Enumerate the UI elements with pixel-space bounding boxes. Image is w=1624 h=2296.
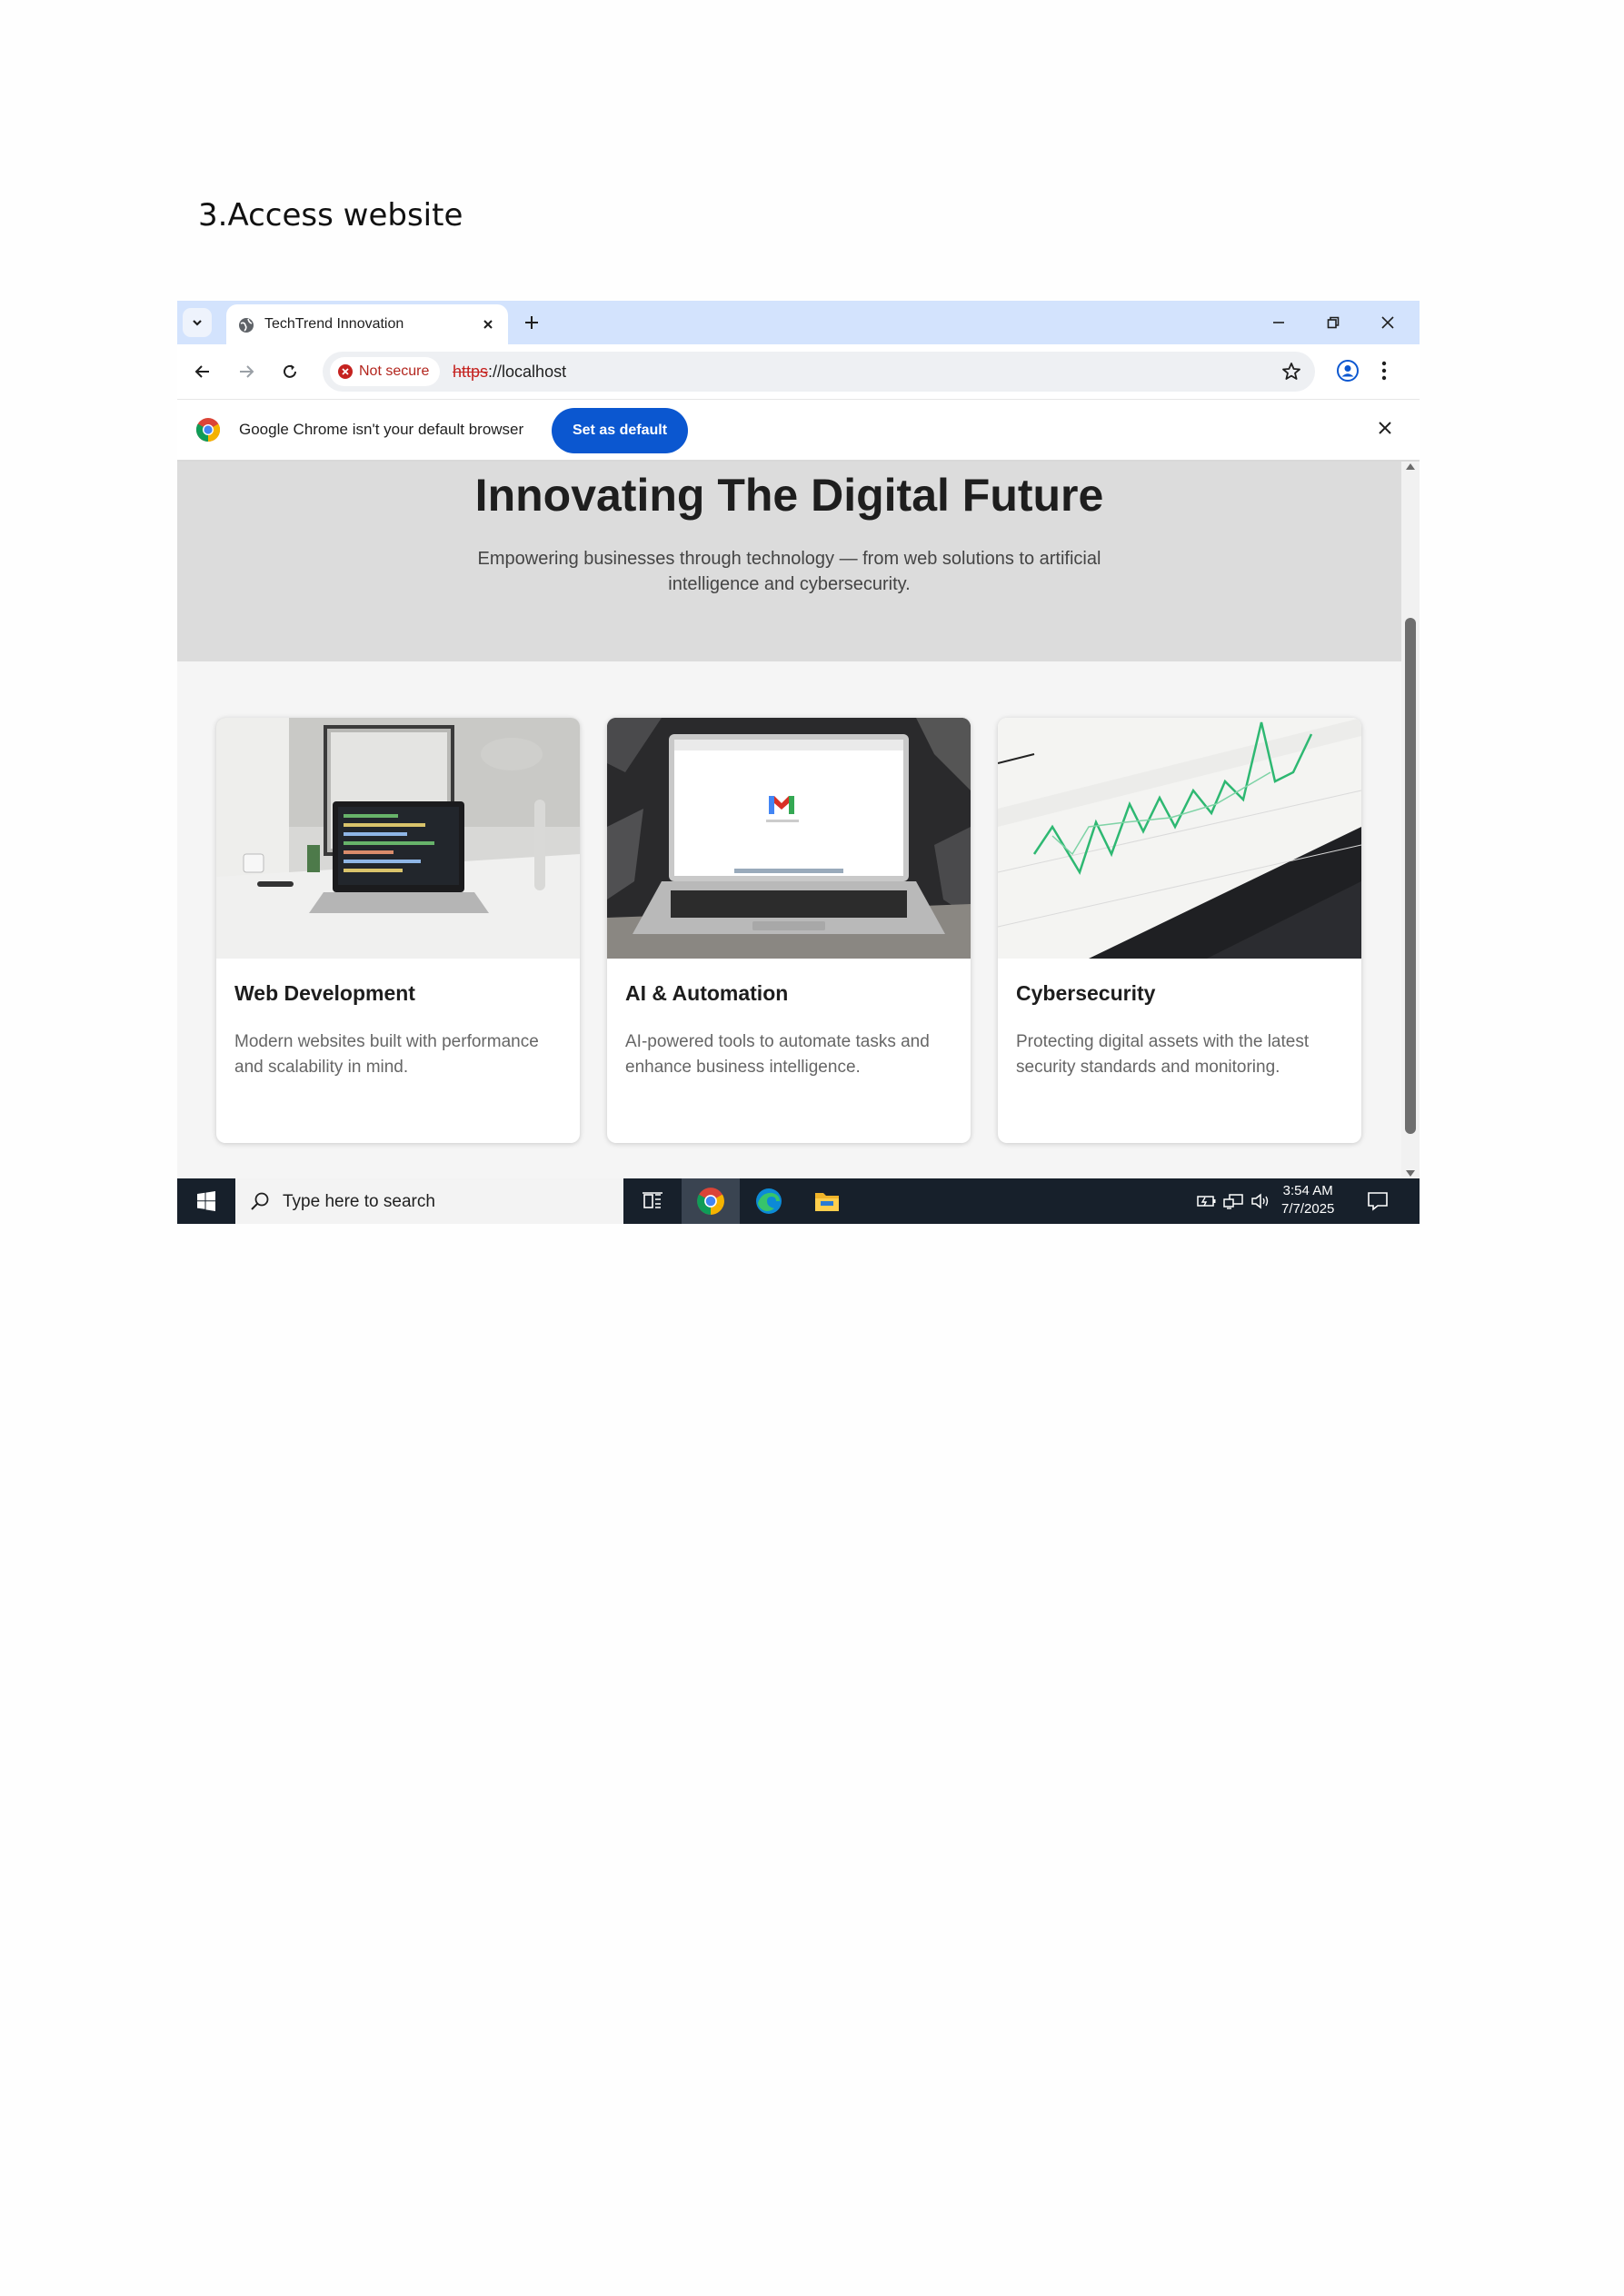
page-scrollbar[interactable] (1401, 462, 1420, 1178)
card-description: Protecting digital assets with the lates… (1016, 1032, 1310, 1077)
windows-taskbar: Type here to search 3:54 AM 7/7/2025 (177, 1178, 1420, 1224)
file-explorer-icon[interactable] (798, 1178, 856, 1224)
service-card-web-development[interactable]: Web Development Modern websites built wi… (216, 718, 580, 1143)
reload-icon[interactable] (277, 359, 303, 384)
search-placeholder: Type here to search (283, 1192, 435, 1211)
card-description: AI-powered tools to automate tasks and e… (625, 1032, 930, 1077)
url-scheme: https (453, 363, 489, 381)
scroll-up-arrow-icon[interactable] (1406, 463, 1415, 470)
close-window-icon[interactable] (1374, 310, 1401, 335)
battery-icon[interactable] (1195, 1192, 1217, 1215)
url-host: ://localhost (488, 363, 567, 381)
laptop-desk-image (216, 718, 580, 959)
bookmark-star-icon[interactable] (1280, 361, 1302, 387)
scroll-down-arrow-icon[interactable] (1406, 1170, 1415, 1177)
new-tab-icon[interactable] (521, 312, 543, 333)
page-viewport: Innovating The Digital Future Empowering… (177, 462, 1401, 1178)
warning-icon (338, 364, 353, 379)
taskbar-search-box[interactable]: Type here to search (235, 1178, 623, 1224)
not-secure-chip[interactable]: Not secure (330, 357, 441, 386)
set-as-default-button[interactable]: Set as default (552, 408, 688, 453)
service-card-ai-automation[interactable]: AI & Automation AI-powered tools to auto… (607, 718, 971, 1143)
hero-subtitle: Empowering businesses through technology… (477, 549, 1101, 594)
browser-screenshot: TechTrend Innovation Not secure https://… (177, 301, 1420, 1224)
tab-strip: TechTrend Innovation (177, 301, 1420, 344)
stock-chart-image (998, 718, 1361, 959)
system-clock[interactable]: 3:54 AM 7/7/2025 (1281, 1182, 1334, 1218)
hero-title: Innovating The Digital Future (474, 470, 1104, 521)
service-card-cybersecurity[interactable]: Cybersecurity Protecting digital assets … (998, 718, 1361, 1143)
chrome-logo-icon (195, 417, 221, 447)
forward-arrow-icon[interactable] (234, 359, 259, 384)
document-heading: 3.Access website (198, 197, 463, 234)
notification-center-icon[interactable] (1366, 1190, 1390, 1217)
url-text[interactable]: https://localhost (453, 363, 566, 382)
volume-icon[interactable] (1250, 1192, 1273, 1215)
back-arrow-icon[interactable] (190, 359, 215, 384)
address-bar[interactable]: Not secure https://localhost (323, 352, 1315, 392)
profile-icon[interactable] (1336, 359, 1360, 387)
clock-time: 3:54 AM (1282, 1183, 1333, 1198)
search-icon (251, 1192, 269, 1210)
close-tab-icon[interactable] (479, 315, 497, 333)
card-title: Web Development (234, 981, 415, 1005)
card-title: AI & Automation (625, 981, 789, 1005)
tab-search-button[interactable] (183, 308, 212, 337)
restore-icon[interactable] (1320, 310, 1347, 335)
network-icon[interactable] (1222, 1192, 1244, 1215)
chrome-taskbar-icon[interactable] (682, 1178, 740, 1224)
scrollbar-thumb[interactable] (1405, 618, 1416, 1134)
globe-icon (237, 316, 255, 339)
card-title: Cybersecurity (1016, 981, 1156, 1005)
browser-toolbar: Not secure https://localhost (177, 344, 1420, 400)
clock-date: 7/7/2025 (1281, 1201, 1335, 1217)
windows-start-icon[interactable] (177, 1178, 235, 1224)
task-view-icon[interactable] (623, 1178, 682, 1224)
minimize-icon[interactable] (1265, 310, 1292, 335)
chevron-down-icon (193, 320, 202, 326)
edge-taskbar-icon[interactable] (740, 1178, 798, 1224)
close-infobar-icon[interactable] (1377, 420, 1393, 441)
hero-section: Innovating The Digital Future Empowering… (177, 462, 1401, 661)
laptop-gmail-image (607, 718, 971, 959)
infobar-message: Google Chrome isn't your default browser (239, 421, 524, 438)
default-browser-infobar: Google Chrome isn't your default browser… (177, 400, 1420, 462)
tab-title: TechTrend Innovation (264, 316, 404, 332)
card-description: Modern websites built with performance a… (234, 1032, 539, 1077)
menu-dots-icon[interactable] (1380, 359, 1389, 387)
security-label: Not secure (359, 363, 430, 379)
active-tab[interactable]: TechTrend Innovation (226, 304, 508, 344)
